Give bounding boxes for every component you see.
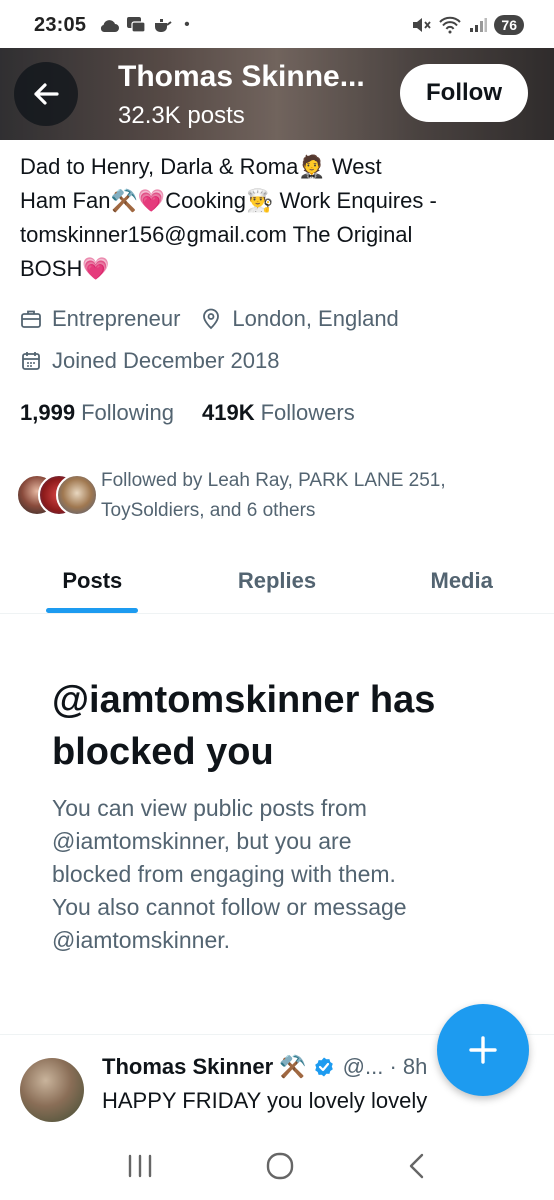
plus-icon <box>469 1036 497 1064</box>
blocked-description: You can view public posts from @iamtomsk… <box>52 792 492 957</box>
profile-bio: Dad to Henry, Darla & Roma🤵 West Ham Fan… <box>20 150 540 286</box>
followed-by-line: ToySoldiers, and 6 others <box>101 500 316 521</box>
follower-avatars <box>16 474 98 518</box>
blocked-desc-line: You also cannot follow or message <box>52 894 407 920</box>
following-label: Following <box>81 400 174 425</box>
bio-line: Ham Fan⚒️💗Cooking👨‍🍳 Work Enquires - <box>20 188 437 213</box>
wifi-icon <box>439 16 462 34</box>
arrow-left-icon <box>34 83 59 105</box>
cloud-icon <box>101 20 120 32</box>
calendar-icon <box>20 350 42 372</box>
profile-header: Thomas Skinne... 32.3K posts Follow <box>0 48 554 140</box>
tweet-handle: @... · 8h <box>342 1054 428 1079</box>
back-button[interactable] <box>14 62 78 126</box>
profile-name: Thomas Skinne... <box>118 60 365 93</box>
tweet-avatar[interactable] <box>20 1058 84 1122</box>
follow-stats: 1,999 Following 419K Followers <box>20 400 355 426</box>
mute-icon <box>413 18 432 32</box>
posts-count: 32.3K posts <box>118 102 245 129</box>
tab-posts[interactable]: Posts <box>0 548 185 613</box>
teapot-icon <box>155 19 172 32</box>
system-icons: 76 <box>411 15 524 35</box>
following-count: 1,999 <box>20 400 76 425</box>
blocked-title-line: blocked you <box>52 731 274 773</box>
compose-button[interactable] <box>437 1004 529 1096</box>
battery-indicator: 76 <box>494 15 524 35</box>
blocked-desc-line: @iamtomskinner, but you are <box>52 828 352 854</box>
chat-icon <box>127 17 146 33</box>
followers-label: Followers <box>260 400 355 425</box>
location-pin-icon <box>200 308 222 330</box>
tweet-text[interactable]: HAPPY FRIDAY you lovely lovely <box>102 1088 427 1114</box>
system-nav-bar <box>0 1136 554 1200</box>
profile-tabs: Posts Replies Media <box>0 548 554 614</box>
status-dot: • <box>184 16 190 33</box>
followed-by-text: Followed by Leah Ray, PARK LANE 251, Toy… <box>101 466 521 526</box>
blocked-title-line: @iamtomskinner has <box>52 679 436 721</box>
bio-line: tomskinner156@gmail.com The Original <box>20 222 413 247</box>
joined-text: Joined December 2018 <box>52 348 280 373</box>
followed-by-line: Followed by Leah Ray, PARK LANE 251, <box>101 470 446 491</box>
home-circle-icon <box>266 1152 294 1179</box>
avatar <box>56 474 98 516</box>
back-nav-button[interactable] <box>405 1151 429 1186</box>
status-time: 23:05 <box>34 13 87 36</box>
location-text: London, England <box>232 306 399 331</box>
occupation-text: Entrepreneur <box>52 306 181 331</box>
briefcase-icon <box>20 308 42 330</box>
recent-apps-button[interactable] <box>125 1153 155 1184</box>
occupation: Entrepreneur <box>20 306 180 332</box>
followed-by[interactable]: Followed by Leah Ray, PARK LANE 251, Toy… <box>16 466 521 526</box>
location: London, England <box>200 306 399 332</box>
follow-button[interactable]: Follow <box>400 64 528 122</box>
followers-link[interactable]: 419K Followers <box>202 400 355 426</box>
joined-row: Joined December 2018 <box>20 348 279 374</box>
following-link[interactable]: 1,999 Following <box>20 400 174 426</box>
verified-badge-icon <box>314 1057 333 1077</box>
followers-count: 419K <box>202 400 255 425</box>
tab-media[interactable]: Media <box>369 548 554 613</box>
tweet-header: Thomas Skinner ⚒️ @... · 8h <box>102 1054 427 1080</box>
chevron-left-icon <box>409 1153 424 1178</box>
notification-icons: • <box>98 16 190 34</box>
blocked-desc-line: @iamtomskinner. <box>52 927 231 953</box>
recent-apps-icon <box>128 1154 152 1177</box>
profile-meta-row: Entrepreneur London, England <box>20 306 419 332</box>
blocked-desc-line: You can view public posts from <box>52 795 367 821</box>
tweet-author-name: Thomas Skinner ⚒️ <box>102 1054 307 1079</box>
bio-line: Dad to Henry, Darla & Roma🤵 West <box>20 154 382 179</box>
blocked-title: @iamtomskinner has blocked you <box>52 674 512 778</box>
tab-replies[interactable]: Replies <box>185 548 370 613</box>
home-button[interactable] <box>265 1151 295 1186</box>
blocked-desc-line: blocked from engaging with them. <box>52 861 396 887</box>
bio-line: BOSH💗 <box>20 256 110 281</box>
status-bar: 23:05 • 76 <box>0 0 554 50</box>
signal-icon <box>470 18 488 32</box>
